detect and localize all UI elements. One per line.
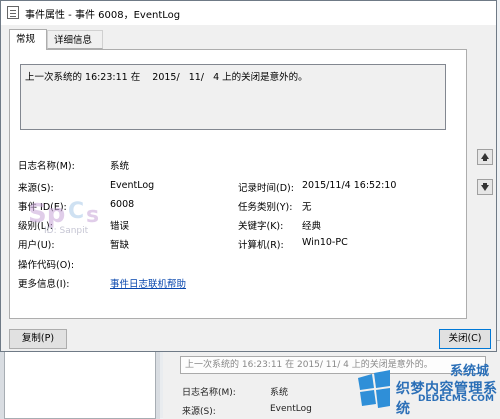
description-box[interactable]: 上一次系统的 16:23:11 在 2015/ 11/ 4 上的关闭是意外的。 <box>20 64 446 130</box>
background-description: 上一次系统的 16:23:11 在 2015/ 11/ 4 上的关闭是意外的。 <box>180 356 486 374</box>
background-source-value: EventLog <box>270 404 312 414</box>
logged-value: 2015/11/4 16:52:10 <box>302 180 397 191</box>
tab-details[interactable]: 详细信息 <box>47 30 103 49</box>
general-tab-panel: 上一次系统的 16:23:11 在 2015/ 11/ 4 上的关闭是意外的。 … <box>9 49 467 319</box>
task-category-label: 任务类别(Y): <box>238 202 293 213</box>
svg-text:C: C <box>68 199 84 224</box>
user-value: 暂缺 <box>110 240 130 251</box>
task-category-value: 无 <box>302 202 312 213</box>
event-properties-dialog: 事件属性 - 事件 6008，EventLog 常规 详细信息 上一次系统的 1… <box>0 0 497 352</box>
tab-general[interactable]: 常规 <box>9 29 47 50</box>
source-label: 来源(S): <box>18 183 54 194</box>
background-source-label: 来源(S): <box>182 407 216 417</box>
event-id-label: 事件 ID(E): <box>18 202 67 213</box>
watermark-subtext: DEDECMS.COM <box>418 394 494 404</box>
background-log-name-label: 日志名称(M): <box>182 388 236 398</box>
log-name-value: 系统 <box>110 161 130 172</box>
log-name-label: 日志名称(M): <box>18 161 75 172</box>
background-list <box>4 347 156 419</box>
title-bar[interactable]: 事件属性 - 事件 6008，EventLog <box>1 1 496 25</box>
description-text: 上一次系统的 16:23:11 在 2015/ 11/ 4 上的关闭是意外的。 <box>25 72 308 83</box>
more-info-label: 更多信息(I): <box>18 279 70 290</box>
event-id-value: 6008 <box>110 199 135 210</box>
next-event-button[interactable] <box>477 179 493 195</box>
windows-logo-watermark <box>358 370 390 408</box>
source-value: EventLog <box>110 180 155 191</box>
computer-value: Win10-PC <box>302 237 348 248</box>
previous-event-button[interactable] <box>477 149 493 165</box>
down-arrow-icon <box>481 183 489 191</box>
logged-label: 记录时间(D): <box>238 183 294 194</box>
level-value: 错误 <box>110 221 130 232</box>
copy-button[interactable]: 复制(P) <box>9 329 67 349</box>
background-log-name-value: 系统 <box>270 388 289 398</box>
event-log-online-help-link[interactable]: 事件日志联机帮助 <box>110 276 186 290</box>
svg-text:s: s <box>86 203 99 228</box>
user-label: 用户(U): <box>18 240 55 251</box>
close-button[interactable]: 关闭(C) <box>439 329 491 349</box>
window-title: 事件属性 - 事件 6008，EventLog <box>25 10 181 21</box>
watermark-brand: 系统城 <box>450 364 490 379</box>
computer-label: 计算机(R): <box>238 240 284 251</box>
opcode-label: 操作代码(O): <box>18 260 75 271</box>
author-watermark-text: ID: Sanpit <box>44 226 89 236</box>
keywords-label: 关键字(K): <box>238 221 284 232</box>
up-arrow-icon <box>481 153 489 161</box>
event-viewer-icon <box>7 6 19 19</box>
keywords-value: 经典 <box>302 221 322 232</box>
